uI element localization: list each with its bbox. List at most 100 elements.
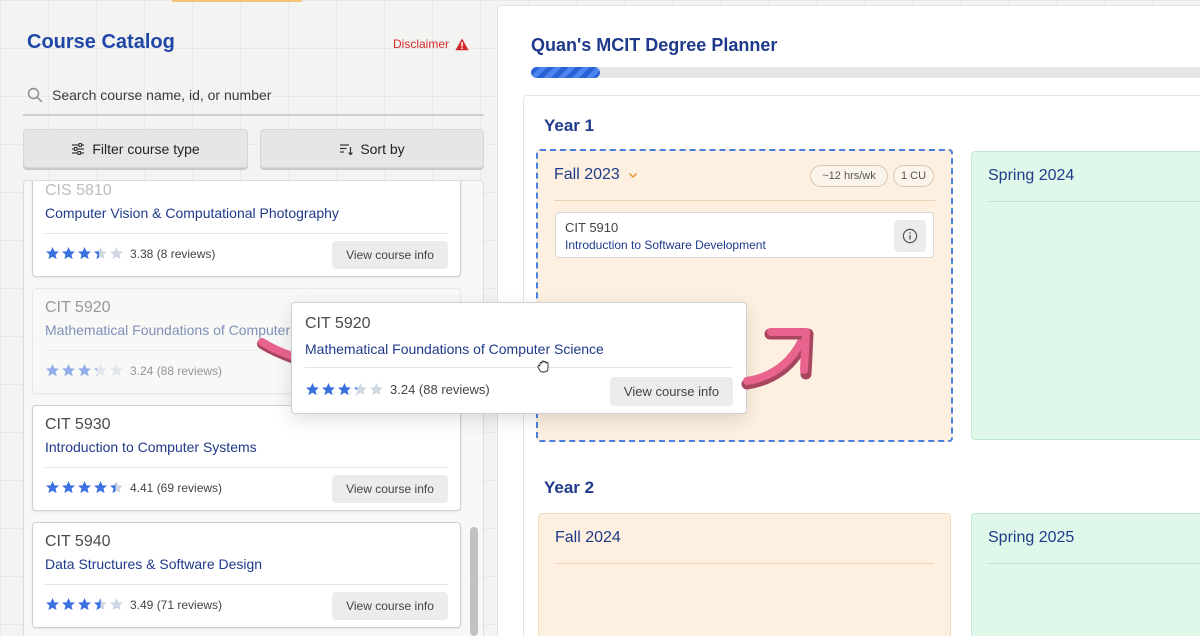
view-course-info-button[interactable]: View course info (332, 592, 448, 620)
filter-course-type-button[interactable]: Filter course type (23, 129, 248, 168)
degree-progress-bar (531, 67, 1200, 78)
semester-spring-2024[interactable]: Spring 2024 (971, 151, 1200, 440)
sort-label: Sort by (360, 140, 405, 157)
star-icon (322, 383, 335, 396)
star-icon (370, 383, 383, 396)
course-code: CIT 5940 (45, 533, 111, 550)
year-label: Year 2 (544, 478, 595, 497)
semester-name: Spring 2025 (988, 529, 1075, 546)
grab-hand-cursor-icon (537, 360, 549, 373)
star-icon (62, 481, 75, 494)
course-code: CIS 5810 (45, 182, 112, 199)
filter-label: Filter course type (92, 140, 200, 157)
search-icon (27, 87, 43, 103)
star-icon (110, 247, 123, 260)
star-rating (45, 246, 124, 261)
star-icon (62, 598, 75, 611)
search-bar (23, 76, 484, 116)
star-rating (305, 382, 384, 397)
year-label: Year 1 (544, 116, 595, 135)
semester-title[interactable]: Fall 2023 (554, 166, 638, 184)
divider (988, 201, 1200, 202)
semester-name: Fall 2024 (555, 529, 621, 546)
semester-title: Spring 2025 (988, 529, 1074, 547)
star-icon (94, 481, 107, 494)
star-icon (46, 598, 59, 611)
divider (45, 584, 448, 585)
semester-title: Spring 2024 (988, 167, 1074, 185)
view-course-info-button[interactable]: View course info (332, 241, 448, 269)
rating-text: 3.24 (88 reviews) (130, 363, 223, 378)
course-rating: 3.38 (8 reviews) (45, 246, 215, 261)
rating-text: 3.24 (88 reviews) (390, 382, 490, 397)
warning-triangle-icon (455, 38, 469, 50)
course-name: Computer Vision & Computational Photogra… (45, 205, 339, 221)
course-card[interactable]: CIT 5930 Introduction to Computer System… (32, 405, 461, 511)
dragged-course-card[interactable]: CIT 5920 Mathematical Foundations of Com… (291, 302, 747, 414)
course-card[interactable]: CIT 5940 Data Structures & Software Desi… (32, 522, 461, 628)
sort-icon (340, 143, 354, 155)
semester-title: Fall 2024 (555, 529, 621, 547)
info-icon (902, 228, 918, 244)
rating-text: 4.41 (69 reviews) (130, 480, 223, 495)
progress-fill (531, 67, 600, 78)
course-info-button[interactable] (894, 220, 926, 252)
star-icon (62, 247, 75, 260)
divider (45, 467, 448, 468)
star-rating (45, 597, 124, 612)
star-icon (110, 481, 123, 494)
divider (45, 233, 448, 234)
scrollbar-thumb[interactable] (470, 527, 478, 636)
semester-fall-2024[interactable]: Fall 2024 (538, 513, 951, 636)
course-card[interactable]: CIS 5810 Computer Vision & Computational… (32, 181, 461, 277)
planner-title: Quan's MCIT Degree Planner (531, 35, 778, 55)
chevron-down-icon (628, 172, 637, 178)
star-icon (338, 383, 351, 396)
star-icon (94, 364, 107, 377)
divider (554, 200, 935, 201)
star-icon (94, 598, 107, 611)
star-rating (45, 363, 124, 378)
star-icon (62, 364, 75, 377)
course-rating: 3.24 (88 reviews) (305, 382, 490, 397)
star-icon (78, 598, 91, 611)
course-code: CIT 5910 (565, 220, 619, 235)
catalog-title: Course Catalog (27, 31, 175, 53)
hours-per-week-badge: ~12 hrs/wk (810, 165, 888, 187)
semester-name: Fall 2023 (554, 166, 620, 183)
course-name: Introduction to Computer Systems (45, 439, 257, 455)
disclaimer-link[interactable]: Disclaimer (393, 37, 469, 51)
star-icon (306, 383, 319, 396)
sliders-icon (72, 142, 85, 155)
disclaimer-label: Disclaimer (393, 37, 450, 51)
star-icon (354, 383, 367, 396)
planned-course-card[interactable]: CIT 5910 Introduction to Software Develo… (555, 212, 934, 258)
star-icon (78, 364, 91, 377)
course-units-badge: 1 CU (893, 165, 934, 187)
star-icon (94, 247, 107, 260)
course-code: CIT 5930 (45, 416, 111, 433)
course-rating: 3.24 (88 reviews) (45, 363, 222, 378)
course-name: Data Structures & Software Design (45, 556, 263, 572)
course-rating: 3.49 (71 reviews) (45, 597, 222, 612)
star-icon (46, 481, 59, 494)
star-icon (110, 364, 123, 377)
course-code: CIT 5920 (45, 299, 111, 316)
course-name: Introduction to Software Development (565, 238, 766, 252)
view-course-info-button[interactable]: View course info (610, 377, 733, 406)
semester-spring-2025[interactable]: Spring 2025 (971, 513, 1200, 636)
sort-by-button[interactable]: Sort by (260, 129, 484, 168)
divider (555, 563, 934, 564)
star-icon (46, 247, 59, 260)
star-icon (78, 481, 91, 494)
divider (988, 563, 1200, 564)
course-rating: 4.41 (69 reviews) (45, 480, 222, 495)
rating-text: 3.38 (8 reviews) (130, 246, 216, 261)
course-name: Mathematical Foundations of Computer Sci… (305, 341, 604, 357)
semester-name: Spring 2024 (988, 167, 1075, 184)
divider (305, 367, 733, 368)
search-input[interactable] (52, 87, 452, 103)
rating-text: 3.49 (71 reviews) (130, 597, 223, 612)
view-course-info-button[interactable]: View course info (332, 475, 448, 503)
star-icon (110, 598, 123, 611)
